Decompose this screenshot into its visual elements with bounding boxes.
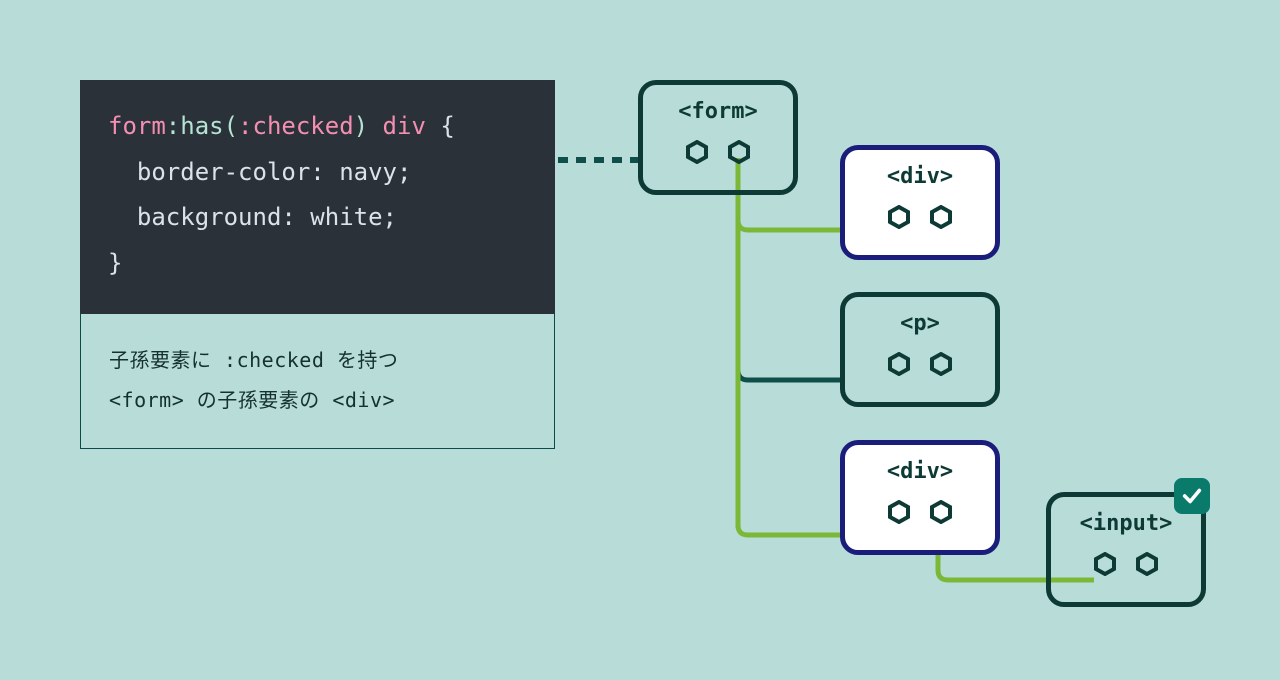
port-out-icon	[929, 352, 953, 376]
port-out-icon	[929, 205, 953, 229]
ports	[1093, 552, 1159, 576]
port-out-icon	[1135, 552, 1159, 576]
ports	[685, 140, 751, 164]
css-example-panel: form:has(:checked) div { border-color: n…	[80, 80, 555, 449]
ports	[887, 205, 953, 229]
code-block: form:has(:checked) div { border-color: n…	[80, 80, 555, 314]
explain-line-2: <form> の子孫要素の <div>	[109, 380, 526, 420]
port-in-icon	[887, 352, 911, 376]
node-label: <div>	[887, 459, 953, 484]
port-in-icon	[887, 500, 911, 524]
dom-tree-diagram: <form> <div> <p> <div> <input>	[560, 70, 1260, 630]
port-in-icon	[685, 140, 709, 164]
ports	[887, 500, 953, 524]
ports	[887, 352, 953, 376]
node-form: <form>	[638, 80, 798, 195]
node-div-1: <div>	[840, 145, 1000, 260]
node-label: <p>	[900, 311, 940, 336]
checked-badge-icon	[1174, 478, 1210, 514]
node-div-2: <div>	[840, 440, 1000, 555]
node-label: <form>	[678, 99, 757, 124]
explain-line-1: 子孫要素に :checked を持つ	[109, 340, 526, 380]
node-label: <div>	[887, 164, 953, 189]
node-label: <input>	[1080, 511, 1173, 536]
port-in-icon	[1093, 552, 1117, 576]
port-in-icon	[887, 205, 911, 229]
port-out-icon	[929, 500, 953, 524]
node-p: <p>	[840, 292, 1000, 407]
port-out-icon	[727, 140, 751, 164]
explanation: 子孫要素に :checked を持つ <form> の子孫要素の <div>	[80, 314, 555, 449]
